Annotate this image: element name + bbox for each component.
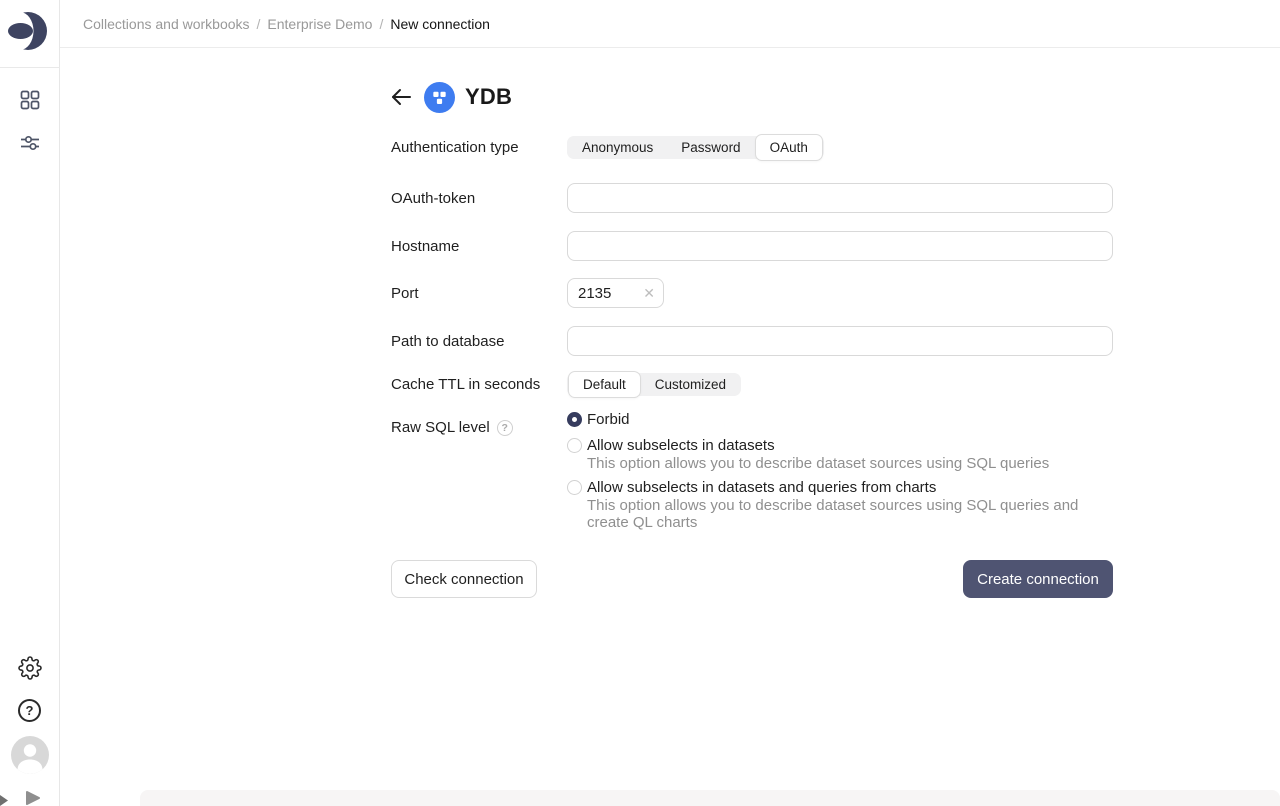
check-connection-button[interactable]: Check connection	[391, 560, 537, 598]
create-connection-button[interactable]: Create connection	[963, 560, 1113, 598]
breadcrumb-workbook[interactable]: Enterprise Demo	[267, 16, 372, 32]
path-label: Path to database	[391, 333, 567, 350]
port-label: Port	[391, 285, 567, 302]
ydb-logo-icon	[424, 82, 455, 113]
settings-sliders-icon[interactable]	[18, 131, 42, 155]
breadcrumb-current: New connection	[390, 16, 490, 32]
radio-title: Allow subselects in datasets	[587, 437, 775, 454]
avatar[interactable]	[11, 736, 49, 774]
bottom-overlay-strip	[140, 790, 1280, 806]
collections-grid-icon[interactable]	[18, 88, 42, 112]
auth-type-label: Authentication type	[391, 139, 567, 156]
raw-sql-option-forbid[interactable]: Forbid	[567, 411, 1115, 428]
oauth-token-input[interactable]	[567, 183, 1113, 213]
radio-unselected-icon[interactable]	[567, 480, 582, 495]
clear-port-icon[interactable]: ✕	[641, 284, 657, 302]
sidebar-divider	[0, 67, 60, 68]
cache-ttl-option-customized[interactable]: Customized	[641, 373, 740, 396]
datalens-logo-icon[interactable]	[8, 11, 48, 51]
edge-cursor-mark	[0, 795, 10, 806]
oauth-token-label: OAuth-token	[391, 190, 567, 207]
app-window: ? Collections and workbooks / Enterprise…	[0, 0, 1280, 806]
auth-type-option-oauth[interactable]: OAuth	[755, 134, 823, 161]
path-input[interactable]	[567, 326, 1113, 356]
raw-sql-option-subselects[interactable]: Allow subselects in datasets This option…	[567, 437, 1115, 472]
radio-title: Allow subselects in datasets and queries…	[587, 479, 936, 496]
auth-type-option-anonymous[interactable]: Anonymous	[568, 136, 667, 159]
cache-ttl-row: Cache TTL in seconds Default Customized	[391, 371, 741, 398]
path-row: Path to database	[391, 326, 1113, 356]
raw-sql-label-wrap: Raw SQL level ?	[391, 419, 567, 436]
connection-title-block: YDB	[388, 77, 512, 117]
radio-title: Forbid	[587, 411, 630, 428]
hostname-input[interactable]	[567, 231, 1113, 261]
settings-gear-icon[interactable]	[18, 656, 42, 680]
auth-type-segmented-control: Anonymous Password OAuth	[567, 136, 824, 159]
page-header: Collections and workbooks / Enterprise D…	[60, 0, 1280, 48]
hostname-row: Hostname	[391, 231, 1113, 261]
breadcrumb-separator: /	[379, 16, 383, 32]
raw-sql-help-icon[interactable]: ?	[497, 420, 513, 436]
sidebar: ?	[0, 0, 60, 806]
port-input-wrap: ✕	[567, 278, 664, 308]
radio-selected-icon[interactable]	[567, 412, 582, 427]
raw-sql-label: Raw SQL level	[391, 419, 490, 436]
radio-description: This option allows you to describe datas…	[587, 455, 1115, 472]
oauth-token-row: OAuth-token	[391, 183, 1113, 213]
back-arrow-icon[interactable]	[388, 84, 414, 110]
radio-description: This option allows you to describe datas…	[587, 497, 1115, 531]
auth-type-row: Authentication type Anonymous Password O…	[391, 134, 824, 161]
cache-ttl-label: Cache TTL in seconds	[391, 376, 567, 393]
port-row: Port ✕	[391, 278, 664, 308]
breadcrumb: Collections and workbooks / Enterprise D…	[83, 0, 490, 48]
cache-ttl-option-default[interactable]: Default	[568, 371, 641, 398]
breadcrumb-separator: /	[257, 16, 261, 32]
breadcrumb-collections[interactable]: Collections and workbooks	[83, 16, 250, 32]
hostname-label: Hostname	[391, 238, 567, 255]
cache-ttl-segmented-control: Default Customized	[567, 373, 741, 396]
help-icon[interactable]: ?	[18, 699, 41, 722]
radio-unselected-icon[interactable]	[567, 438, 582, 453]
raw-sql-row: Raw SQL level ?	[391, 419, 567, 436]
auth-type-option-password[interactable]: Password	[667, 136, 754, 159]
play-icon[interactable]	[24, 790, 42, 806]
page-title: YDB	[465, 84, 512, 110]
raw-sql-option-subselects-charts[interactable]: Allow subselects in datasets and queries…	[567, 479, 1115, 531]
